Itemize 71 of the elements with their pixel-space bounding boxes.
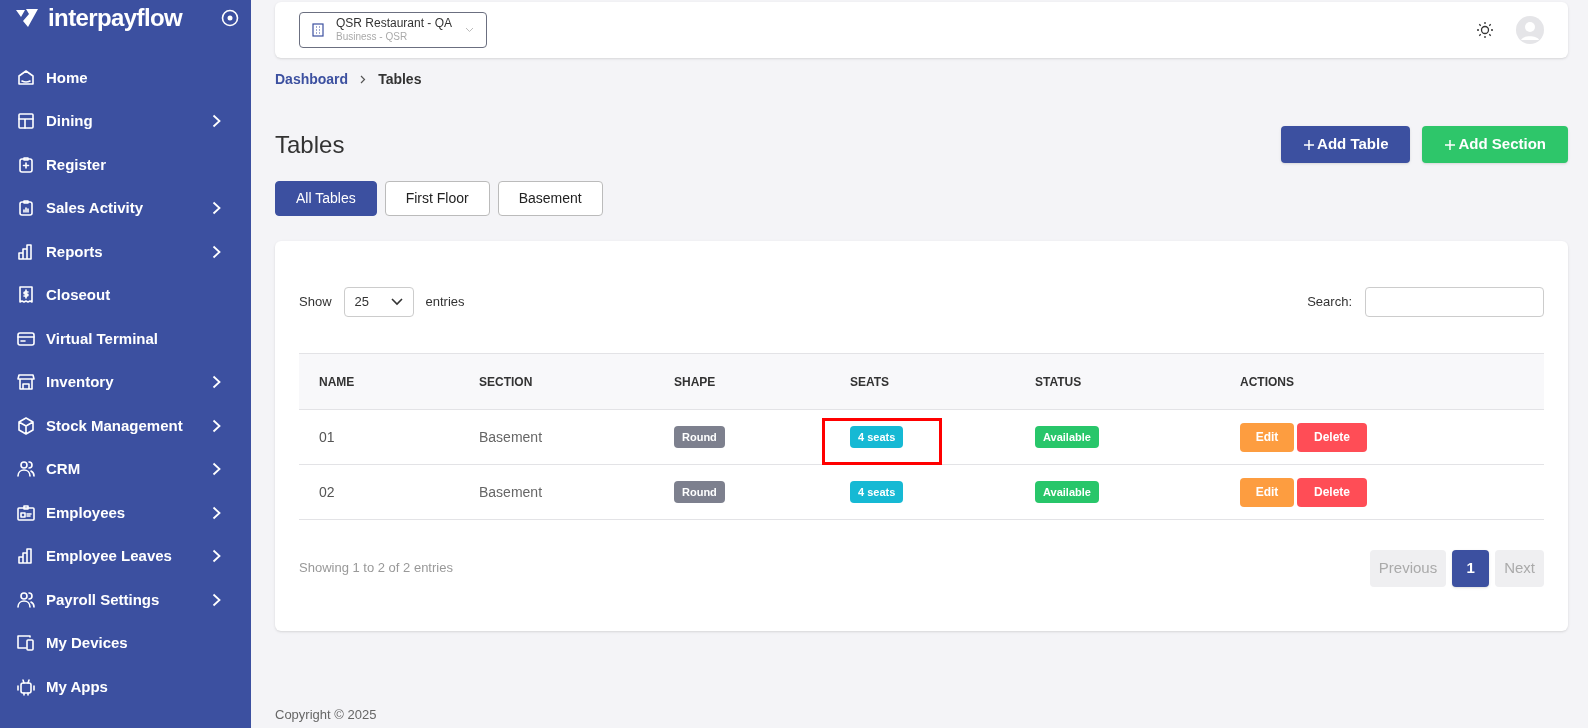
chevron-down-icon: [390, 298, 403, 306]
cube-icon: [16, 415, 36, 436]
sidebar-item[interactable]: Reports: [0, 230, 251, 274]
filter-tab[interactable]: Basement: [497, 181, 603, 216]
column-header: STATUS: [1035, 374, 1082, 389]
plus-icon: [1444, 138, 1457, 151]
sidebar-item[interactable]: Sales Activity: [0, 186, 251, 230]
entries-info: Showing 1 to 2 of 2 entries: [299, 559, 453, 577]
target-icon[interactable]: [221, 9, 239, 27]
table-cell: Basement: [479, 428, 543, 445]
users-icon: [16, 459, 36, 480]
column-header: ACTIONS: [1240, 374, 1294, 389]
column-header: SEATS: [850, 374, 890, 389]
devices-icon: [16, 633, 36, 654]
house-icon: [16, 67, 36, 88]
business-selector[interactable]: QSR Restaurant - QA Business - QSR: [299, 12, 487, 48]
page-button[interactable]: 1: [1452, 550, 1490, 587]
building-icon: [312, 23, 324, 37]
table-cell: 02: [319, 483, 335, 500]
grid-icon: [16, 111, 36, 132]
breadcrumb-link[interactable]: Dashboard: [275, 68, 349, 90]
page-size-select[interactable]: 25: [343, 287, 414, 317]
sidebar-item[interactable]: My Devices: [0, 621, 251, 665]
search-field[interactable]: [1365, 287, 1544, 317]
column-header: NAME: [319, 374, 355, 389]
add-button[interactable]: Add Table: [1281, 126, 1411, 163]
sidebar-item[interactable]: Home: [0, 56, 251, 100]
entries-label: entries: [425, 293, 465, 312]
sidebar-item[interactable]: Employees: [0, 491, 251, 535]
brand-logo-text: interpayflow: [48, 3, 183, 33]
users-icon: [16, 589, 36, 610]
logo-icon: [14, 7, 40, 29]
sidebar-item[interactable]: Payroll Settings: [0, 578, 251, 622]
business-name: QSR Restaurant - QA: [336, 16, 453, 32]
sun-icon[interactable]: [1476, 21, 1494, 39]
table-cell: 01: [319, 428, 335, 445]
sidebar-item[interactable]: My Apps: [0, 665, 251, 709]
copyright-text: Copyright © 2025: [275, 707, 377, 722]
shape-badge: Round: [674, 425, 725, 449]
sidebar-item[interactable]: Dining: [0, 99, 251, 143]
business-type: Business - QSR: [336, 31, 409, 44]
sidebar-item[interactable]: Inventory: [0, 360, 251, 404]
shape-badge: Round: [674, 480, 725, 504]
search-label: Search:: [1307, 293, 1352, 312]
sidebar-item[interactable]: Register: [0, 143, 251, 187]
show-label: Show: [299, 293, 332, 312]
clipboard-icon: [16, 198, 36, 219]
seats-badge: 4 seats: [850, 480, 904, 504]
column-header: SECTION: [479, 374, 533, 389]
sidebar-item[interactable]: Stock Management: [0, 404, 251, 448]
robot-icon: [16, 676, 36, 697]
seats-badge: 4 seats: [850, 425, 904, 449]
sidebar-item[interactable]: Virtual Terminal: [0, 317, 251, 361]
column-header: SHAPE: [674, 374, 716, 389]
chevron-down-icon: [465, 27, 474, 33]
chevron-right-icon: [360, 74, 367, 84]
filter-tab[interactable]: First Floor: [384, 181, 490, 216]
sidebar-item[interactable]: CRM: [0, 447, 251, 491]
status-badge: Available: [1035, 480, 1099, 504]
filter-tab[interactable]: All Tables: [275, 181, 377, 216]
id-card-icon: [16, 502, 36, 523]
table-cell: Basement: [479, 483, 543, 500]
status-badge: Available: [1035, 425, 1099, 449]
clipboard-icon: [16, 154, 36, 175]
sidebar-item[interactable]: Closeout: [0, 273, 251, 317]
breadcrumb-current: Tables: [378, 69, 422, 89]
page-title: Tables: [275, 129, 345, 160]
receipt-icon: [16, 285, 36, 306]
sidebar-item[interactable]: Employee Leaves: [0, 534, 251, 578]
store-icon: [16, 372, 36, 393]
plus-icon: [1303, 138, 1316, 151]
